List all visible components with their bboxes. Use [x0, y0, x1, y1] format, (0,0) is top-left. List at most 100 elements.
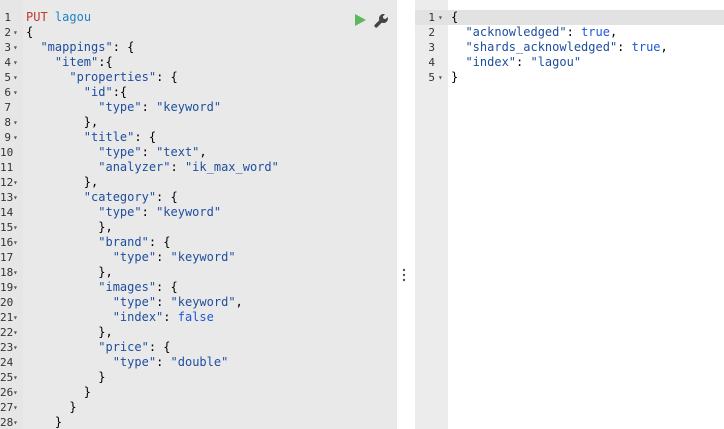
- code-punct: }: [26, 415, 63, 429]
- request-line[interactable]: 12 ▾ },: [0, 175, 397, 190]
- request-line[interactable]: 15 ▾ },: [0, 220, 397, 235]
- request-line[interactable]: 16 ▾ "brand": {: [0, 235, 397, 250]
- wrench-icon[interactable]: [374, 13, 389, 28]
- console-app: 1 PUT lagou 2 ▾{3 ▾ "mappings": {4 ▾ "item":{…: [0, 0, 724, 429]
- line-number: 21: [0, 311, 14, 324]
- line-number: 2: [4, 26, 11, 39]
- code-punct: [26, 40, 40, 54]
- code-punct: ,: [199, 145, 207, 159]
- play-icon[interactable]: [353, 13, 367, 27]
- code-punct: }: [26, 370, 106, 384]
- request-line[interactable]: 24 "type": "double": [0, 355, 397, 370]
- code-punct: : {: [156, 190, 178, 204]
- fold-toggle-icon[interactable]: ▾: [13, 415, 18, 429]
- code-punct: : {: [148, 235, 171, 249]
- json-string: "ik_max_word": [184, 160, 279, 174]
- code-punct: [26, 70, 69, 84]
- fold-toggle-icon[interactable]: ▾: [13, 85, 18, 100]
- fold-toggle-icon[interactable]: ▾: [13, 280, 18, 295]
- fold-toggle-icon[interactable]: ▾: [13, 220, 18, 235]
- json-string: "text": [156, 145, 200, 159]
- request-line[interactable]: 3 ▾ "mappings": {: [0, 40, 397, 55]
- code-text: {: [451, 10, 458, 25]
- request-line[interactable]: 28 ▾ }: [0, 415, 397, 429]
- fold-toggle-icon[interactable]: ▾: [13, 310, 18, 325]
- fold-toggle-icon[interactable]: ▾: [13, 325, 18, 340]
- fold-toggle-icon[interactable]: ▾: [13, 235, 18, 250]
- request-line[interactable]: 20 "type": "keyword",: [0, 295, 397, 310]
- request-line[interactable]: 6 ▾ "id":{: [0, 85, 397, 100]
- fold-toggle-icon[interactable]: ▾: [13, 25, 18, 40]
- json-key: "shards_acknowledged": [465, 40, 618, 54]
- request-line[interactable]: 25 ▾ }: [0, 370, 397, 385]
- request-line[interactable]: 13 ▾ "category": {: [0, 190, 397, 205]
- request-line[interactable]: 26 ▾ }: [0, 385, 397, 400]
- code-punct: [26, 250, 113, 264]
- code-text: "index": "lagou": [451, 55, 581, 70]
- fold-toggle-icon[interactable]: ▾: [13, 370, 18, 385]
- line-number: 1: [428, 11, 435, 24]
- fold-toggle-icon[interactable]: ▾: [438, 70, 443, 85]
- code-punct: },: [26, 265, 113, 279]
- code-punct: [26, 235, 98, 249]
- json-key: "type": [98, 100, 142, 114]
- request-lines[interactable]: 1 PUT lagou 2 ▾{3 ▾ "mappings": {4 ▾ "item":{…: [0, 10, 397, 429]
- request-line[interactable]: 17 "type": "keyword": [0, 250, 397, 265]
- code-punct: [26, 280, 98, 294]
- json-key: "index": [112, 310, 164, 324]
- fold-toggle-icon[interactable]: ▾: [13, 265, 18, 280]
- fold-toggle-icon[interactable]: ▾: [13, 40, 18, 55]
- request-line[interactable]: 14 "type": "keyword": [0, 205, 397, 220]
- request-line[interactable]: 10 "type": "text",: [0, 145, 397, 160]
- request-line[interactable]: 27 ▾ }: [0, 400, 397, 415]
- request-line[interactable]: 7 "type": "keyword": [0, 100, 397, 115]
- fold-toggle-icon[interactable]: ▾: [13, 130, 18, 145]
- request-editor[interactable]: 1 PUT lagou 2 ▾{3 ▾ "mappings": {4 ▾ "item":{…: [0, 0, 397, 429]
- drag-handle-icon[interactable]: [400, 268, 408, 282]
- line-number: 22: [0, 326, 14, 339]
- code-text: "analyzer": "ik_max_word": [26, 160, 279, 175]
- code-text: "type": "keyword": [26, 100, 221, 115]
- code-punct: [26, 85, 84, 99]
- request-line[interactable]: 21 ▾ "index": false: [0, 310, 397, 325]
- code-punct: :: [141, 205, 157, 219]
- response-viewer: 1 ▾{2 "acknowledged": true, 3 "shards_ackn…: [415, 0, 724, 429]
- request-line[interactable]: 23 ▾ "price": {: [0, 340, 397, 355]
- request-line[interactable]: 2 ▾ {: [0, 25, 397, 40]
- code-punct: :: [156, 295, 171, 309]
- code-punct: :: [141, 145, 157, 159]
- json-literal: true: [581, 25, 610, 39]
- code-punct: [26, 55, 55, 69]
- fold-toggle-icon[interactable]: ▾: [13, 55, 18, 70]
- fold-toggle-icon[interactable]: ▾: [13, 190, 18, 205]
- fold-toggle-icon[interactable]: ▾: [438, 10, 443, 25]
- fold-toggle-icon[interactable]: ▾: [13, 385, 18, 400]
- request-line[interactable]: 11 "analyzer": "ik_max_word": [0, 160, 397, 175]
- request-line[interactable]: 5 ▾ "properties": {: [0, 70, 397, 85]
- code-punct: :: [156, 250, 171, 264]
- code-text: {: [26, 25, 33, 40]
- code-text: "type": "double": [26, 355, 229, 370]
- request-line[interactable]: 9 ▾ "title": {: [0, 130, 397, 145]
- fold-toggle-icon[interactable]: ▾: [13, 175, 18, 190]
- line-number: 4: [4, 56, 11, 69]
- request-line[interactable]: 18 ▾ },: [0, 265, 397, 280]
- code-text: },: [26, 325, 112, 340]
- fold-toggle-icon[interactable]: ▾: [13, 400, 18, 415]
- fold-toggle-icon[interactable]: ▾: [13, 340, 18, 355]
- request-line[interactable]: 4 ▾ "item":{: [0, 55, 397, 70]
- code-text: }: [451, 70, 458, 85]
- fold-toggle-icon[interactable]: ▾: [13, 115, 18, 130]
- code-punct: [26, 190, 84, 204]
- json-key: "type": [112, 250, 157, 264]
- request-line[interactable]: 1 PUT lagou: [0, 10, 397, 25]
- json-key: "category": [83, 190, 157, 204]
- request-line[interactable]: 8 ▾ },: [0, 115, 397, 130]
- code-punct: [26, 160, 98, 174]
- fold-toggle-icon[interactable]: ▾: [13, 70, 18, 85]
- code-text: },: [26, 220, 112, 235]
- response-line: 4 "index": "lagou": [415, 55, 724, 70]
- request-line[interactable]: 19 ▾ "images": {: [0, 280, 397, 295]
- code-text: "item":{: [26, 55, 113, 70]
- request-line[interactable]: 22 ▾ },: [0, 325, 397, 340]
